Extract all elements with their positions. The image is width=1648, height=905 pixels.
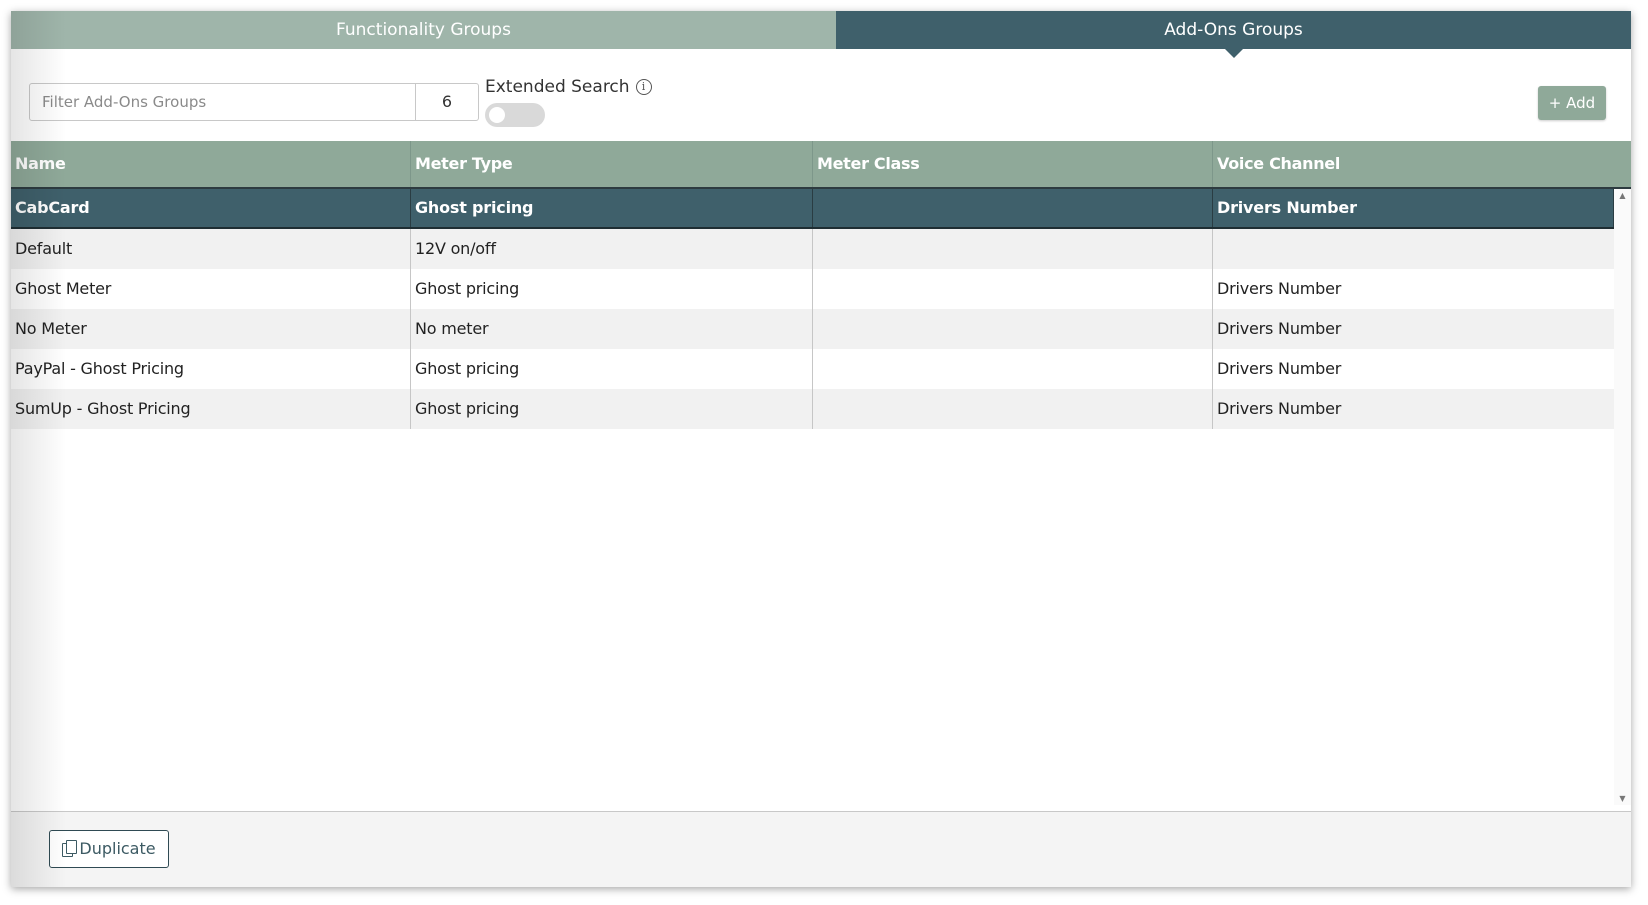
duplicate-button[interactable]: Duplicate [49, 830, 169, 868]
table-row[interactable]: No Meter No meter Drivers Number [11, 309, 1614, 349]
cell-meter-class [813, 389, 1213, 429]
table-header: Name Meter Type Meter Class Voice Channe… [11, 141, 1631, 189]
cell-name: SumUp - Ghost Pricing [11, 389, 411, 429]
column-header-voice-channel[interactable]: Voice Channel [1213, 141, 1631, 187]
extended-search-label-wrap: Extended Search i [485, 77, 652, 97]
extended-search-label: Extended Search [485, 77, 630, 97]
cell-voice-channel: Drivers Number [1217, 359, 1342, 378]
cell-meter-type: Ghost pricing [411, 349, 813, 389]
addons-groups-panel: Functionality Groups Add-Ons Groups 6 Ex… [11, 11, 1631, 887]
cell-name: No Meter [11, 309, 411, 349]
cell-meter-class [813, 269, 1213, 309]
scroll-up-icon[interactable]: ▲ [1614, 191, 1631, 200]
table-row[interactable]: CabCard Ghost pricing Drivers Number [11, 189, 1614, 229]
cell-meter-type: Ghost pricing [411, 269, 813, 309]
cell-meter-class [813, 349, 1213, 389]
table-row[interactable]: PayPal - Ghost Pricing Ghost pricing Dri… [11, 349, 1614, 389]
info-icon[interactable]: i [635, 79, 652, 95]
add-button[interactable]: + Add [1538, 86, 1606, 120]
table-row[interactable]: SumUp - Ghost Pricing Ghost pricing Driv… [11, 389, 1614, 429]
filter-box: 6 [29, 83, 479, 121]
cell-voice-channel: Drivers Number [1217, 319, 1342, 338]
column-header-meter-class[interactable]: Meter Class [813, 141, 1213, 187]
cell-voice-channel [1213, 229, 1614, 269]
table-row[interactable]: Ghost Meter Ghost pricing Drivers Number [11, 269, 1614, 309]
tab-addons-groups[interactable]: Add-Ons Groups [836, 11, 1631, 58]
column-header-name[interactable]: Name [11, 141, 411, 187]
copy-icon [62, 840, 78, 857]
table-body: CabCard Ghost pricing Drivers Number Def… [11, 189, 1614, 805]
cell-meter-class [813, 189, 1213, 227]
cell-meter-type: 12V on/off [411, 229, 813, 269]
cell-meter-class [813, 229, 1213, 269]
footer-bar: Duplicate [11, 811, 1631, 887]
tab-bar: Functionality Groups Add-Ons Groups [11, 11, 1631, 58]
cell-meter-type: No meter [411, 309, 813, 349]
table-scrollbar[interactable]: ▲ ▼ [1614, 189, 1631, 805]
filter-input[interactable] [30, 84, 415, 120]
extended-search-toggle[interactable] [485, 103, 545, 127]
cell-voice-channel: Drivers Number [1217, 279, 1342, 298]
cell-meter-class [813, 309, 1213, 349]
scroll-down-icon[interactable]: ▼ [1614, 794, 1631, 803]
cell-meter-type: Ghost pricing [411, 189, 813, 227]
column-header-meter-type[interactable]: Meter Type [411, 141, 813, 187]
cell-name: CabCard [11, 189, 411, 227]
cell-voice-channel: Drivers Number [1217, 399, 1342, 418]
cell-meter-type: Ghost pricing [411, 389, 813, 429]
tab-functionality-groups[interactable]: Functionality Groups [11, 11, 836, 49]
cell-voice-channel: Drivers Number [1213, 189, 1614, 227]
duplicate-label: Duplicate [79, 839, 156, 858]
cell-name: Default [11, 229, 411, 269]
filter-result-count: 6 [415, 84, 478, 120]
table-row[interactable]: Default 12V on/off [11, 229, 1614, 269]
toggle-knob [489, 107, 505, 123]
cell-name: PayPal - Ghost Pricing [11, 349, 411, 389]
cell-name: Ghost Meter [11, 269, 411, 309]
